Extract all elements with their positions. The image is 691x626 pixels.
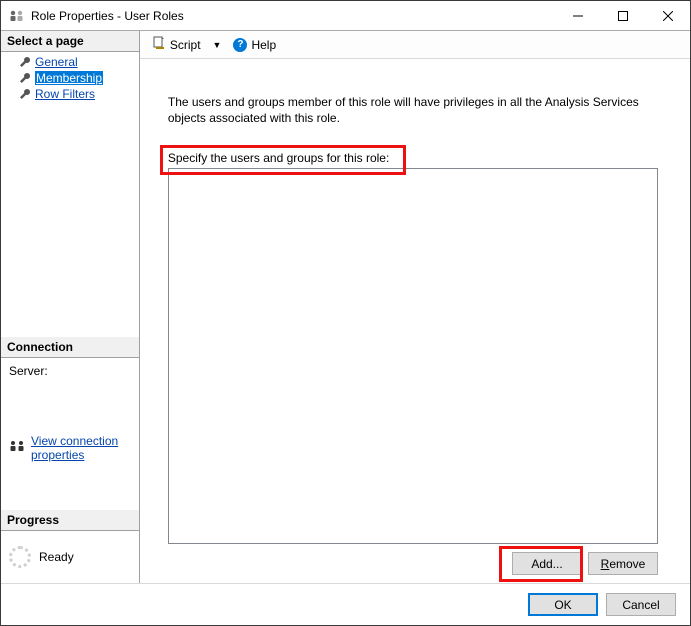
- script-icon: [152, 36, 166, 53]
- dialog-footer: OK Cancel: [1, 583, 690, 625]
- titlebar: Role Properties - User Roles: [1, 1, 690, 31]
- dialog-window: Role Properties - User Roles Select a pa…: [0, 0, 691, 626]
- app-icon: [9, 8, 25, 24]
- view-connection-properties-link[interactable]: View connection properties: [31, 434, 131, 462]
- help-label: Help: [251, 38, 276, 52]
- ok-button[interactable]: OK: [528, 593, 598, 616]
- description-text: The users and groups member of this role…: [168, 95, 658, 126]
- progress-header: Progress: [1, 510, 139, 531]
- connection-icon: [9, 440, 25, 457]
- help-icon: ?: [233, 38, 247, 52]
- window-title: Role Properties - User Roles: [31, 9, 184, 23]
- sidebar-item-label: General: [35, 55, 78, 69]
- wrench-icon: [19, 88, 31, 100]
- close-button[interactable]: [645, 1, 690, 30]
- sidebar-item-general[interactable]: General: [5, 54, 135, 70]
- script-button[interactable]: Script: [148, 34, 205, 55]
- sidebar-item-row-filters[interactable]: Row Filters: [5, 86, 135, 102]
- script-dropdown[interactable]: ▼: [211, 40, 224, 50]
- progress-status: Ready: [39, 550, 74, 564]
- wrench-icon: [19, 56, 31, 68]
- toolbar: Script ▼ ? Help: [140, 31, 690, 59]
- select-page-header: Select a page: [1, 31, 139, 52]
- script-label: Script: [170, 38, 201, 52]
- chevron-down-icon: ▼: [213, 40, 222, 50]
- sidebar-item-label: Row Filters: [35, 87, 95, 101]
- page-list: General Membership Row Filters: [1, 52, 139, 104]
- specify-label: Specify the users and groups for this ro…: [168, 150, 389, 166]
- connection-header: Connection: [1, 337, 139, 358]
- help-button[interactable]: ? Help: [229, 36, 280, 54]
- wrench-icon: [19, 72, 31, 84]
- sidebar: Select a page General Membership: [1, 31, 140, 583]
- progress-spinner-icon: [9, 546, 31, 568]
- add-button[interactable]: Add...: [512, 552, 582, 575]
- main-panel: Script ▼ ? Help The users and groups mem…: [140, 31, 690, 583]
- members-listbox[interactable]: [168, 168, 658, 544]
- sidebar-item-label: Membership: [35, 71, 103, 85]
- cancel-button[interactable]: Cancel: [606, 593, 676, 616]
- server-label: Server:: [9, 364, 131, 378]
- sidebar-item-membership[interactable]: Membership: [5, 70, 135, 86]
- maximize-button[interactable]: [600, 1, 645, 30]
- minimize-button[interactable]: [555, 1, 600, 30]
- remove-button[interactable]: Remove: [588, 552, 658, 575]
